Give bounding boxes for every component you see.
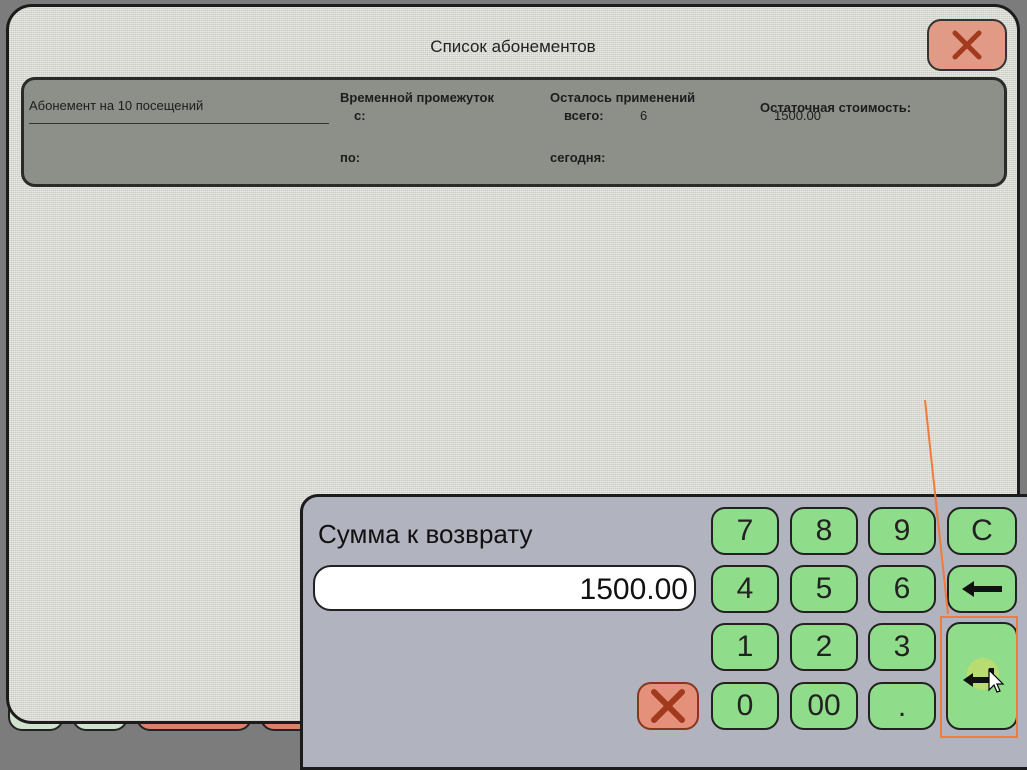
key-2[interactable]: 2 [790,623,858,671]
key-1[interactable]: 1 [711,623,779,671]
key-4[interactable]: 4 [711,565,779,613]
remaining-total-value: 6 [640,108,648,123]
close-x-icon [651,689,685,723]
period-from-label: с: [354,108,366,123]
key-7[interactable]: 7 [711,507,779,555]
residual-cost-value: 1500.00 [774,108,821,123]
remaining-label: Осталось применений [550,90,696,105]
key-9[interactable]: 9 [868,507,936,555]
key-5[interactable]: 5 [790,565,858,613]
cancel-button[interactable] [637,682,699,730]
key-decimal-point[interactable]: . [868,682,936,730]
key-0[interactable]: 0 [711,682,779,730]
arrow-left-icon [962,581,1002,597]
period-to-label: по: [340,150,361,165]
refund-amount-field[interactable]: 1500.00 [313,565,696,611]
close-button[interactable] [927,19,1007,71]
key-3[interactable]: 3 [868,623,936,671]
subscription-name: Абонемент на 10 посещений [29,98,329,124]
period-label: Временной промежуток [340,90,494,105]
refund-numpad-panel: Сумма к возврату 1500.00 7 8 9 C 4 5 6 1… [300,494,1027,770]
enter-return-icon [963,658,1005,693]
dialog-title: Список абонементов [430,37,596,56]
remaining-today-label: сегодня: [550,150,606,165]
clear-key[interactable]: C [947,507,1017,555]
subscription-card[interactable]: Абонемент на 10 посещений Временной пром… [21,77,1007,187]
refund-title: Сумма к возврату [318,519,533,549]
remaining-total-label: всего: [564,108,604,123]
backspace-key[interactable] [947,565,1017,613]
close-x-icon [952,30,982,60]
key-00[interactable]: 00 [790,682,858,730]
enter-button[interactable] [946,622,1018,730]
key-6[interactable]: 6 [868,565,936,613]
key-8[interactable]: 8 [790,507,858,555]
